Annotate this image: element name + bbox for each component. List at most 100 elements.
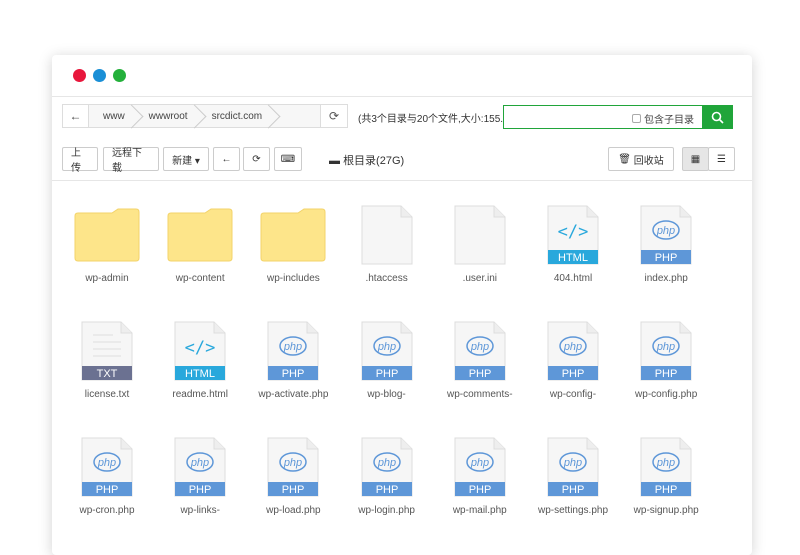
- php-file-icon: php PHP: [267, 321, 319, 381]
- file-name: wp-load.php: [266, 505, 321, 516]
- svg-text:php: php: [376, 341, 395, 353]
- svg-text:</>: </>: [185, 338, 216, 358]
- html-file-icon: </> HTML: [547, 205, 599, 265]
- close-dot[interactable]: [73, 69, 86, 82]
- svg-text:PHP: PHP: [96, 484, 119, 496]
- svg-text:php: php: [563, 457, 582, 469]
- new-dropdown-button[interactable]: 新建 ▾: [163, 147, 209, 171]
- refresh-button[interactable]: ⟳: [243, 147, 270, 171]
- file-name: wp-admin: [85, 273, 129, 284]
- svg-text:PHP: PHP: [189, 484, 212, 496]
- root-directory-label[interactable]: ▬ 根目录(27G): [329, 152, 404, 168]
- include-subdir-checkbox[interactable]: 包含子目录: [632, 111, 694, 126]
- recycle-bin-label: 回收站: [633, 155, 664, 167]
- file-name: wp-config.php: [635, 389, 698, 400]
- path-back-button[interactable]: ←: [63, 105, 89, 127]
- php-file-icon: php PHP: [640, 205, 692, 265]
- svg-text:TXT: TXT: [97, 368, 118, 380]
- file-name: wp-links-: [180, 505, 220, 516]
- php-file-icon: php PHP: [454, 437, 506, 497]
- file-name: wp-blog-: [367, 389, 406, 400]
- file-name: wp-activate.php: [258, 389, 329, 400]
- recycle-bin-button[interactable]: 🗑 回收站: [608, 147, 674, 171]
- folder-file-icon: [74, 205, 140, 265]
- remote-download-button[interactable]: 远程下载: [103, 147, 159, 174]
- php-file-icon: php PHP: [174, 437, 226, 497]
- blank-file-icon: [361, 205, 413, 265]
- file-name: index.php: [644, 273, 688, 284]
- svg-text:php: php: [97, 457, 116, 469]
- grid-view-button[interactable]: ▦: [682, 147, 709, 171]
- svg-text:php: php: [376, 457, 395, 469]
- file-name: wp-config-: [549, 389, 597, 400]
- file-name: readme.html: [172, 389, 228, 400]
- search-input[interactable]: 包含子目录: [503, 105, 733, 129]
- minimize-dot[interactable]: [93, 69, 106, 82]
- path-bar: ← www wwwroot srcdict.com: [62, 104, 348, 128]
- maximize-dot[interactable]: [113, 69, 126, 82]
- svg-text:PHP: PHP: [655, 368, 678, 380]
- blank-file-icon: [454, 205, 506, 265]
- file-name: wp-login.php: [358, 505, 415, 516]
- php-file-icon: php PHP: [547, 321, 599, 381]
- file-name: .user.ini: [462, 273, 498, 284]
- breadcrumb-srcdict[interactable]: srcdict.com: [198, 105, 273, 127]
- svg-text:PHP: PHP: [282, 484, 305, 496]
- breadcrumb-wwwroot[interactable]: wwwroot: [135, 105, 198, 127]
- svg-text:php: php: [656, 225, 675, 237]
- php-file-icon: php PHP: [267, 437, 319, 497]
- svg-text:HTML: HTML: [185, 368, 215, 380]
- file-name: wp-includes: [266, 273, 320, 284]
- search-icon: [711, 111, 724, 124]
- svg-text:PHP: PHP: [468, 484, 491, 496]
- folder-file-icon: [167, 205, 233, 265]
- include-subdir-label: 包含子目录: [644, 115, 694, 126]
- file-manager-window: ← www wwwroot srcdict.com ⟳ (共3个目录与20个文件…: [52, 55, 752, 555]
- directory-summary: (共3个目录与20个文件,大小:155.7: [358, 114, 504, 125]
- file-name: wp-mail.php: [452, 505, 507, 516]
- php-file-icon: php PHP: [81, 437, 133, 497]
- path-refresh-button[interactable]: ⟳: [320, 104, 348, 128]
- file-name: wp-cron.php: [79, 505, 135, 516]
- txt-file-icon: TXT: [81, 321, 133, 381]
- svg-text:php: php: [470, 341, 489, 353]
- svg-text:php: php: [190, 457, 209, 469]
- svg-text:PHP: PHP: [562, 368, 585, 380]
- svg-text:php: php: [563, 341, 582, 353]
- html-file-icon: </> HTML: [174, 321, 226, 381]
- list-view-button[interactable]: ☰: [708, 147, 735, 171]
- back-button[interactable]: ←: [213, 147, 240, 171]
- php-file-icon: php PHP: [640, 321, 692, 381]
- svg-text:PHP: PHP: [655, 252, 678, 264]
- php-file-icon: php PHP: [454, 321, 506, 381]
- trash-icon: 🗑: [618, 153, 634, 165]
- divider: [52, 96, 752, 97]
- file-name: license.txt: [84, 389, 130, 400]
- svg-text:PHP: PHP: [468, 368, 491, 380]
- svg-text:PHP: PHP: [282, 368, 305, 380]
- php-file-icon: php PHP: [640, 437, 692, 497]
- terminal-button[interactable]: ⌨: [274, 147, 302, 171]
- root-directory-text: 根目录(27G): [343, 155, 405, 167]
- file-name: wp-comments-: [447, 389, 513, 400]
- file-name: wp-signup.php: [633, 505, 699, 516]
- svg-text:</>: </>: [558, 222, 589, 242]
- svg-text:php: php: [656, 341, 675, 353]
- php-file-icon: php PHP: [361, 437, 413, 497]
- php-file-icon: php PHP: [361, 321, 413, 381]
- svg-text:HTML: HTML: [558, 252, 588, 264]
- breadcrumb-www[interactable]: www: [89, 105, 135, 127]
- file-name: 404.html: [553, 273, 593, 284]
- php-file-icon: php PHP: [547, 437, 599, 497]
- divider: [52, 180, 752, 181]
- disk-icon: ▬: [329, 155, 344, 167]
- svg-text:PHP: PHP: [375, 484, 398, 496]
- svg-text:php: php: [283, 341, 302, 353]
- file-name: .htaccess: [365, 273, 408, 284]
- svg-text:php: php: [656, 457, 675, 469]
- search-button[interactable]: [702, 105, 733, 129]
- svg-text:PHP: PHP: [562, 484, 585, 496]
- svg-text:PHP: PHP: [375, 368, 398, 380]
- upload-button[interactable]: 上传: [62, 147, 98, 174]
- svg-text:PHP: PHP: [655, 484, 678, 496]
